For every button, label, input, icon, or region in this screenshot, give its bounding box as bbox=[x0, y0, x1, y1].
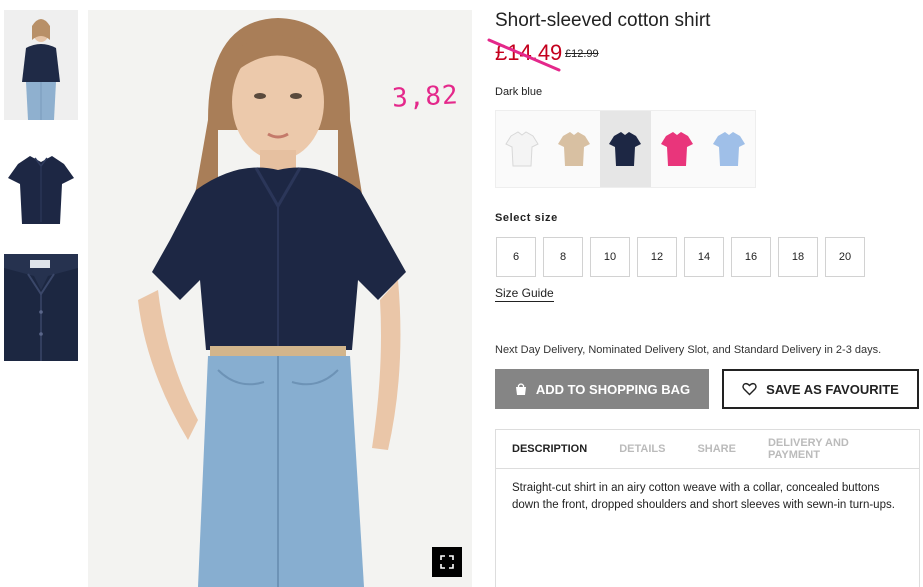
size-guide-link[interactable]: Size Guide bbox=[495, 286, 554, 302]
delivery-info: Next Day Delivery, Nominated Delivery Sl… bbox=[495, 344, 882, 356]
swatch-light-blue[interactable] bbox=[703, 111, 755, 187]
color-swatches bbox=[495, 110, 756, 188]
size-option[interactable]: 10 bbox=[590, 237, 630, 277]
thumbnail-strip bbox=[4, 10, 78, 375]
tab-share[interactable]: SHARE bbox=[697, 443, 736, 455]
product-info: Short-sleeved cotton shirt £14.49 £12.99 bbox=[487, 10, 920, 72]
tab-description[interactable]: DESCRIPTION bbox=[512, 443, 587, 455]
size-option[interactable]: 16 bbox=[731, 237, 771, 277]
select-size-label: Select size bbox=[495, 212, 558, 224]
product-description: Straight-cut shirt in an airy cotton wea… bbox=[512, 482, 895, 511]
price-row: £14.49 £12.99 bbox=[487, 38, 920, 72]
size-option[interactable]: 18 bbox=[778, 237, 818, 277]
size-option[interactable]: 14 bbox=[684, 237, 724, 277]
product-tabs: DESCRIPTION DETAILS SHARE DELIVERY AND P… bbox=[496, 430, 919, 469]
expand-icon bbox=[440, 555, 454, 569]
price-annotation: 3,82 bbox=[391, 80, 460, 114]
swatch-beige[interactable] bbox=[547, 111, 600, 187]
heart-icon bbox=[742, 382, 757, 396]
tab-delivery-payment[interactable]: DELIVERY AND PAYMENT bbox=[768, 437, 887, 461]
save-favourite-label: SAVE AS FAVOURITE bbox=[766, 381, 899, 397]
thumbnail-model[interactable] bbox=[4, 10, 78, 120]
size-options: 6 8 10 12 14 16 18 20 bbox=[496, 237, 865, 277]
shirt-icon bbox=[505, 131, 539, 167]
shirt-icon bbox=[661, 132, 694, 166]
selected-color-name: Dark blue bbox=[495, 86, 543, 98]
add-to-bag-label: ADD TO SHOPPING BAG bbox=[535, 381, 691, 397]
product-tabs-panel: DESCRIPTION DETAILS SHARE DELIVERY AND P… bbox=[495, 429, 920, 587]
size-option[interactable]: 20 bbox=[825, 237, 865, 277]
swatch-white[interactable] bbox=[496, 111, 548, 187]
tab-details[interactable]: DETAILS bbox=[619, 443, 665, 455]
size-option[interactable]: 6 bbox=[496, 237, 536, 277]
old-price: £12.99 bbox=[565, 48, 599, 60]
thumbnail-flat-lay[interactable] bbox=[4, 134, 78, 240]
size-option[interactable]: 8 bbox=[543, 237, 583, 277]
fullscreen-button[interactable] bbox=[432, 547, 462, 577]
shirt-icon bbox=[609, 132, 642, 166]
shirt-icon bbox=[713, 132, 746, 166]
thumbnail-detail[interactable] bbox=[4, 254, 78, 361]
price-strike-mark bbox=[487, 38, 561, 72]
save-favourite-button[interactable]: SAVE AS FAVOURITE bbox=[722, 369, 919, 409]
swatch-dark-blue[interactable] bbox=[599, 111, 652, 187]
add-to-bag-button[interactable]: ADD TO SHOPPING BAG bbox=[495, 369, 709, 409]
shopping-bag-icon bbox=[515, 383, 526, 395]
shirt-icon bbox=[557, 132, 590, 166]
size-option[interactable]: 12 bbox=[637, 237, 677, 277]
product-title: Short-sleeved cotton shirt bbox=[495, 10, 711, 31]
swatch-pink[interactable] bbox=[651, 111, 704, 187]
